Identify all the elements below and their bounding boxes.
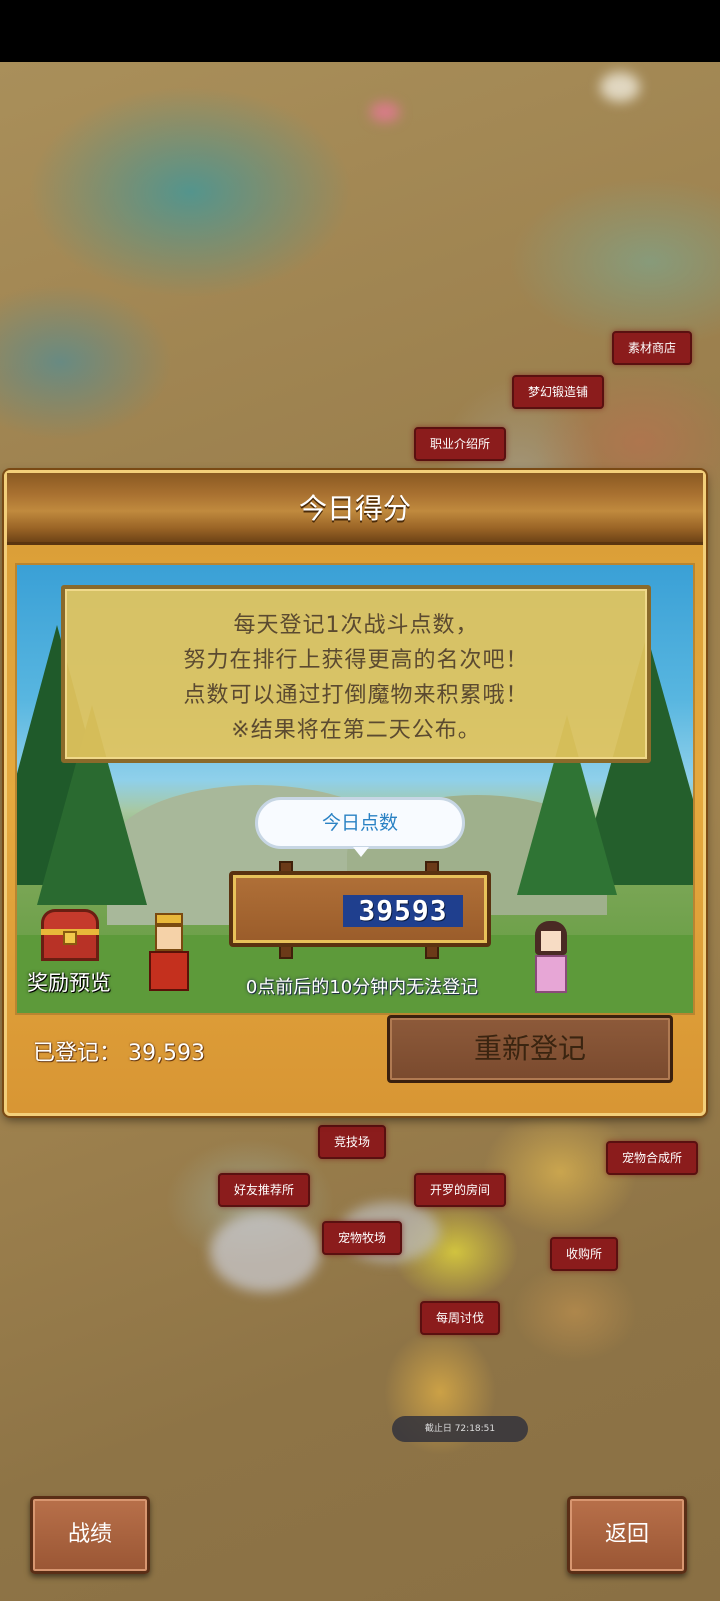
hero-crown: [155, 913, 183, 925]
registered-label: 已登记：: [33, 1041, 122, 1066]
info-line-2: 努力在排行上获得更高的名次吧！: [183, 648, 529, 673]
map-label-kairo-room[interactable]: 开罗的房间: [414, 1173, 507, 1207]
scene-illustration: 每天登记1次战斗点数， 努力在排行上获得更高的名次吧！ 点数可以通过打倒魔物来积…: [15, 563, 695, 1015]
girl-face: [541, 931, 561, 951]
info-board: 每天登记1次战斗点数， 努力在排行上获得更高的名次吧！ 点数可以通过打倒魔物来积…: [61, 585, 651, 763]
today-points-bubble: 今日点数: [255, 797, 465, 849]
girl-dress: [535, 955, 567, 993]
reward-preview-button[interactable]: 奖励预览: [19, 907, 119, 1003]
map-label-material-shop[interactable]: 素材商店: [612, 331, 693, 365]
map-label-arena[interactable]: 竞技场: [318, 1125, 387, 1159]
score-sign: 39593: [229, 871, 491, 947]
hero-head: [155, 925, 183, 951]
status-bar: [0, 0, 720, 62]
reward-preview-label: 奖励预览: [27, 971, 111, 995]
map-label-pet-ranch[interactable]: 宠物牧场: [322, 1221, 403, 1255]
chest-lock: [63, 931, 77, 945]
info-line-1: 每天登记1次战斗点数，: [233, 613, 479, 638]
registered-score: 已登记： 39,593: [33, 1035, 205, 1067]
map-label-job-agency[interactable]: 职业介绍所: [414, 427, 507, 461]
today-score-value: 39593: [343, 895, 463, 927]
panel-header: 今日得分: [7, 473, 703, 545]
girl-character: [531, 921, 571, 995]
record-button[interactable]: 战绩: [30, 1496, 150, 1574]
registered-value: 39,593: [128, 1041, 205, 1066]
panel-title: 今日得分: [298, 492, 411, 525]
map-label-friend-recommend[interactable]: 好友推荐所: [218, 1173, 311, 1207]
map-label-pet-fusion[interactable]: 宠物合成所: [606, 1141, 699, 1175]
deadline-timer: 截止日 72:18:51: [392, 1416, 528, 1442]
bubble-tail: [353, 847, 369, 857]
info-line-3: 点数可以通过打倒魔物来积累哦！: [183, 683, 529, 708]
back-button[interactable]: 返回: [567, 1496, 687, 1574]
map-label-forge[interactable]: 梦幻锻造铺: [512, 375, 605, 409]
registration-warning: 0点前后的10分钟内无法登记: [245, 977, 479, 998]
map-label-buyer[interactable]: 收购所: [550, 1237, 619, 1271]
hero-cloak: [149, 951, 189, 991]
re-register-button[interactable]: 重新登记: [387, 1015, 673, 1083]
daily-score-panel: 今日得分 每天登记1次战斗点数， 努力在排行上获得更高的名次吧！ 点数可以通过打…: [4, 470, 706, 1116]
hero-character: [147, 913, 191, 993]
info-line-4: ※结果将在第二天公布。: [231, 718, 481, 743]
map-label-weekly-hunt[interactable]: 每周讨伐: [420, 1301, 501, 1335]
